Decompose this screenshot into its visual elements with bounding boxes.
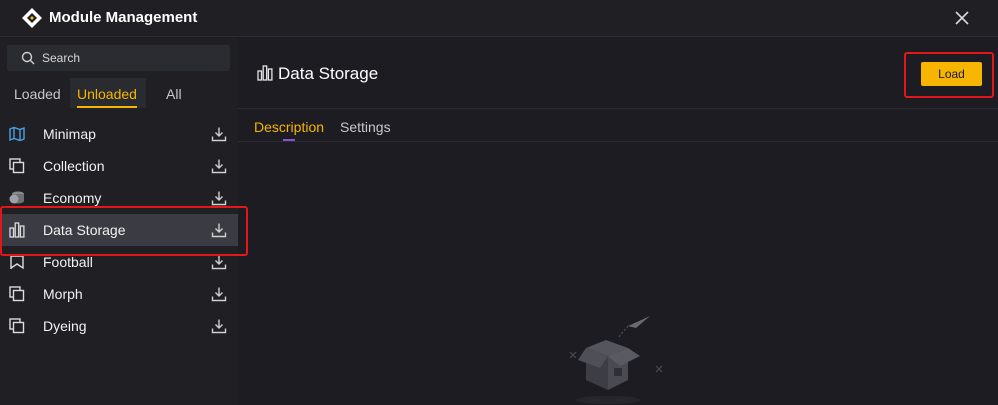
app-logo-icon bbox=[22, 8, 42, 28]
coins-icon bbox=[9, 191, 24, 204]
download-icon[interactable] bbox=[211, 158, 227, 174]
stacked-squares-icon bbox=[9, 286, 25, 302]
window-title: Module Management bbox=[49, 9, 198, 26]
map-icon bbox=[9, 126, 25, 142]
empty-box-icon bbox=[569, 316, 663, 404]
tab-settings[interactable]: Settings bbox=[340, 119, 391, 135]
download-icon[interactable] bbox=[211, 318, 227, 334]
module-item-dyeing[interactable]: Dyeing bbox=[0, 310, 238, 342]
close-icon[interactable] bbox=[950, 6, 974, 30]
module-label: Data Storage bbox=[43, 222, 126, 238]
detail-tabs: Description Settings bbox=[238, 110, 998, 142]
module-label: Morph bbox=[43, 286, 83, 302]
module-item-football[interactable]: Football bbox=[0, 246, 238, 278]
tab-unloaded[interactable]: Unloaded bbox=[77, 86, 137, 102]
module-item-morph[interactable]: Morph bbox=[0, 278, 238, 310]
module-detail-panel: Data Storage Load Description Settings bbox=[238, 38, 998, 405]
module-item-minimap[interactable]: Minimap bbox=[0, 118, 238, 150]
title-bar: Module Management bbox=[0, 0, 998, 37]
module-label: Minimap bbox=[43, 126, 96, 142]
search-icon bbox=[21, 51, 35, 65]
download-icon[interactable] bbox=[211, 190, 227, 206]
active-tab-indicator bbox=[283, 139, 295, 141]
module-sidebar: Loaded Unloaded All Minimap Collection bbox=[0, 38, 238, 405]
stacked-squares-icon bbox=[9, 158, 25, 174]
detail-header: Data Storage Load bbox=[238, 38, 998, 109]
detail-title: Data Storage bbox=[278, 64, 379, 83]
filter-tabs: Loaded Unloaded All bbox=[0, 78, 238, 110]
module-label: Economy bbox=[43, 190, 102, 206]
module-item-economy[interactable]: Economy bbox=[0, 182, 238, 214]
bar-chart-icon bbox=[257, 65, 273, 81]
module-label: Collection bbox=[43, 158, 105, 174]
load-button[interactable]: Load bbox=[921, 62, 982, 86]
download-icon[interactable] bbox=[211, 126, 227, 142]
active-tab-underline bbox=[77, 106, 137, 108]
module-label: Dyeing bbox=[43, 318, 87, 334]
search-box[interactable] bbox=[7, 45, 230, 71]
module-item-collection[interactable]: Collection bbox=[0, 150, 238, 182]
tab-description[interactable]: Description bbox=[254, 119, 324, 135]
module-item-data-storage[interactable]: Data Storage bbox=[0, 214, 238, 246]
search-input[interactable] bbox=[42, 49, 222, 67]
download-icon[interactable] bbox=[211, 254, 227, 270]
module-label: Football bbox=[43, 254, 93, 270]
stacked-squares-icon bbox=[9, 318, 25, 334]
tab-loaded[interactable]: Loaded bbox=[14, 86, 61, 102]
flag-icon bbox=[10, 255, 24, 270]
bar-chart-icon bbox=[9, 222, 25, 238]
tab-all[interactable]: All bbox=[166, 86, 182, 102]
download-icon[interactable] bbox=[211, 286, 227, 302]
download-icon[interactable] bbox=[211, 222, 227, 238]
